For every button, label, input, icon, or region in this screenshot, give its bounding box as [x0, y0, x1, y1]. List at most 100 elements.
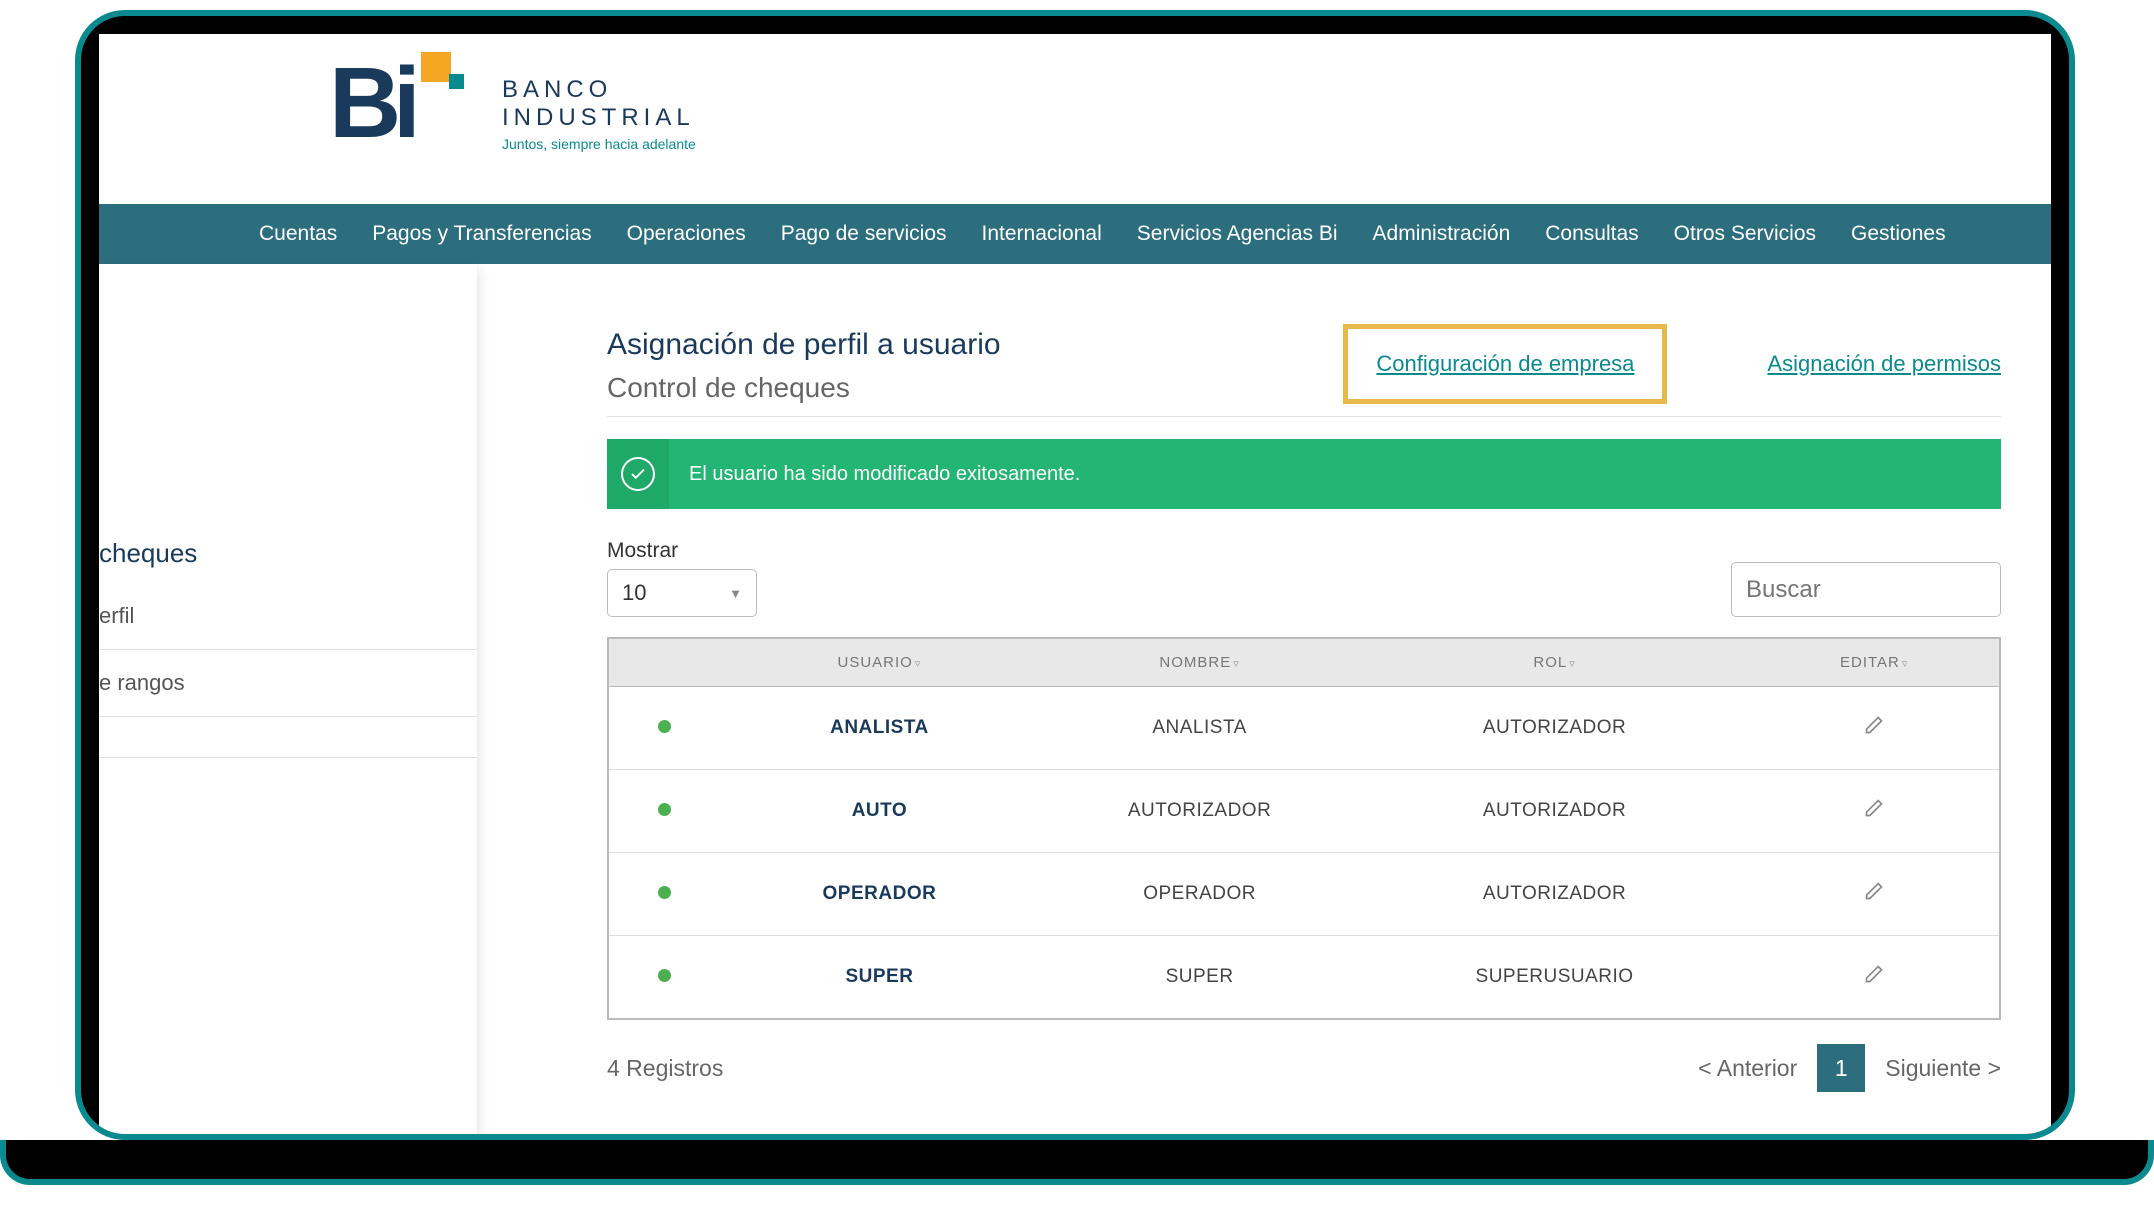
alert-icon-wrap: [607, 439, 669, 509]
edit-cell[interactable]: [1749, 770, 2000, 853]
brand-tagline: Juntos, siempre hacia adelante: [502, 136, 696, 152]
table-controls: Mostrar 10 ▼: [607, 539, 2001, 617]
page-titles: Asignación de perfil a usuario Control d…: [607, 328, 1001, 404]
status-cell: [608, 687, 719, 770]
link-asignacion-permisos[interactable]: Asignación de permisos: [1767, 351, 2001, 377]
table-row: ANALISTAANALISTAAUTORIZADOR: [608, 687, 2000, 770]
th-editar[interactable]: EDITAR▿: [1749, 638, 2000, 687]
pencil-icon: [1864, 802, 1884, 823]
logo-mark: B i: [329, 54, 444, 154]
pager: < Anterior 1 Siguiente >: [1698, 1044, 2001, 1092]
nav-pagos-transferencias[interactable]: Pagos y Transferencias: [372, 222, 591, 246]
nav-pago-servicios[interactable]: Pago de servicios: [781, 222, 947, 246]
page-subtitle: Control de cheques: [607, 372, 1001, 404]
logo-accent-square-teal: [449, 74, 464, 89]
page-title: Asignación de perfil a usuario: [607, 328, 1001, 362]
sidebar: cheques erfil e rangos: [99, 264, 477, 1134]
th-usuario[interactable]: USUARIO▿: [719, 638, 1039, 687]
sort-icon: ▿: [1902, 658, 1909, 670]
sidebar-item-empty[interactable]: [99, 717, 477, 758]
pencil-icon: [1864, 719, 1884, 740]
page-size-control: Mostrar 10 ▼: [607, 539, 757, 617]
nav-cuentas[interactable]: Cuentas: [259, 222, 337, 246]
main-nav: Cuentas Pagos y Transferencias Operacion…: [99, 204, 2051, 264]
highlighted-link-box: Configuración de empresa: [1343, 324, 1667, 404]
nombre-cell: AUTORIZADOR: [1040, 770, 1360, 853]
status-dot-icon: [658, 886, 671, 899]
status-dot-icon: [658, 969, 671, 982]
link-configuracion-empresa[interactable]: Configuración de empresa: [1376, 351, 1634, 376]
mostrar-label: Mostrar: [607, 539, 757, 563]
success-alert: El usuario ha sido modificado exitosamen…: [607, 439, 2001, 509]
chevron-down-icon: ▼: [729, 586, 742, 601]
usuario-cell[interactable]: OPERADOR: [719, 853, 1039, 936]
status-cell: [608, 853, 719, 936]
page-size-select[interactable]: 10 ▼: [607, 569, 757, 617]
pencil-icon: [1864, 968, 1884, 989]
logo-accent-square-orange: [421, 52, 451, 82]
status-dot-icon: [658, 720, 671, 733]
sidebar-item-rangos[interactable]: e rangos: [99, 650, 477, 717]
nav-servicios-agencias[interactable]: Servicios Agencias Bi: [1137, 222, 1338, 246]
table-footer: 4 Registros < Anterior 1 Siguiente >: [607, 1044, 2001, 1092]
table-row: OPERADOROPERADORAUTORIZADOR: [608, 853, 2000, 936]
nombre-cell: SUPER: [1040, 936, 1360, 1020]
th-nombre[interactable]: NOMBRE▿: [1040, 638, 1360, 687]
search-input[interactable]: [1731, 562, 2001, 617]
rol-cell: AUTORIZADOR: [1360, 687, 1750, 770]
sort-icon: ▿: [1233, 658, 1240, 670]
rol-cell: AUTORIZADOR: [1360, 770, 1750, 853]
nav-internacional[interactable]: Internacional: [982, 222, 1102, 246]
edit-cell[interactable]: [1749, 936, 2000, 1020]
nombre-cell: ANALISTA: [1040, 687, 1360, 770]
nav-otros-servicios[interactable]: Otros Servicios: [1674, 222, 1816, 246]
brand-line1: BANCO: [502, 76, 696, 104]
alert-message: El usuario ha sido modificado exitosamen…: [689, 463, 1080, 486]
nav-gestiones[interactable]: Gestiones: [1851, 222, 1946, 246]
laptop-frame: B i BANCO INDUSTRIAL Juntos, siempre hac…: [75, 10, 2075, 1140]
users-table: USUARIO▿ NOMBRE▿ ROL▿ EDITAR▿ ANALISTAAN…: [607, 637, 2001, 1020]
logo-letter-b: B: [329, 46, 395, 161]
rol-cell: AUTORIZADOR: [1360, 853, 1750, 936]
check-circle-icon: [621, 457, 655, 491]
brand-logo: B i BANCO INDUSTRIAL Juntos, siempre hac…: [329, 54, 2051, 154]
status-cell: [608, 770, 719, 853]
th-rol[interactable]: ROL▿: [1360, 638, 1750, 687]
page-header: Asignación de perfil a usuario Control d…: [607, 324, 2001, 417]
pencil-icon: [1864, 885, 1884, 906]
sidebar-section-title: cheques: [99, 524, 477, 583]
table-row: SUPERSUPERSUPERUSUARIO: [608, 936, 2000, 1020]
table-row: AUTOAUTORIZADORAUTORIZADOR: [608, 770, 2000, 853]
logo-letter-i: i: [393, 46, 421, 161]
nav-operaciones[interactable]: Operaciones: [627, 222, 746, 246]
nombre-cell: OPERADOR: [1040, 853, 1360, 936]
rol-cell: SUPERUSUARIO: [1360, 936, 1750, 1020]
record-count: 4 Registros: [607, 1055, 723, 1082]
edit-cell[interactable]: [1749, 853, 2000, 936]
app-screen: B i BANCO INDUSTRIAL Juntos, siempre hac…: [99, 34, 2051, 1134]
nav-administracion[interactable]: Administración: [1373, 222, 1511, 246]
main-content: Asignación de perfil a usuario Control d…: [477, 264, 2051, 1134]
nav-consultas[interactable]: Consultas: [1545, 222, 1638, 246]
sort-icon: ▿: [915, 658, 922, 670]
sidebar-item-perfil[interactable]: erfil: [99, 583, 477, 650]
page-action-links: Configuración de empresa Asignación de p…: [1343, 324, 2001, 404]
status-cell: [608, 936, 719, 1020]
pager-next[interactable]: Siguiente >: [1885, 1055, 2001, 1082]
usuario-cell[interactable]: SUPER: [719, 936, 1039, 1020]
brand-line2: INDUSTRIAL: [502, 104, 696, 132]
pager-prev[interactable]: < Anterior: [1698, 1055, 1797, 1082]
pager-current-page[interactable]: 1: [1817, 1044, 1865, 1092]
table-header: USUARIO▿ NOMBRE▿ ROL▿ EDITAR▿: [608, 638, 2000, 687]
status-dot-icon: [658, 803, 671, 816]
usuario-cell[interactable]: ANALISTA: [719, 687, 1039, 770]
header: B i BANCO INDUSTRIAL Juntos, siempre hac…: [99, 34, 2051, 204]
table-body: ANALISTAANALISTAAUTORIZADORAUTOAUTORIZAD…: [608, 687, 2000, 1020]
laptop-base: [0, 1140, 2154, 1185]
page-size-value: 10: [622, 580, 646, 606]
usuario-cell[interactable]: AUTO: [719, 770, 1039, 853]
th-status: [608, 638, 719, 687]
body: cheques erfil e rangos Asignación de per…: [99, 264, 2051, 1134]
edit-cell[interactable]: [1749, 687, 2000, 770]
sort-icon: ▿: [1569, 658, 1576, 670]
